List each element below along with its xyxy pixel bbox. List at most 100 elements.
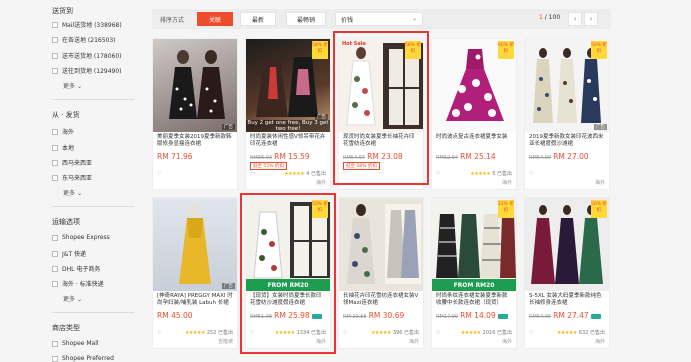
sold-count: 632 已售出 (578, 330, 605, 336)
location: 海外 (501, 339, 512, 345)
sold-count: 2016 已售出 (482, 330, 512, 336)
chevron-down-icon: ⌄ (76, 296, 82, 303)
original-price: RM54.00 (529, 155, 552, 161)
filter-sidebar: 送货到 Mail送货地 (338968) 在各送地 (216503) 送市送货地… (0, 0, 140, 362)
divider (52, 312, 134, 313)
promo-banner: Buy 2 get one free, Buy 3 get two free! (246, 120, 330, 132)
show-more-link[interactable]: 更多 ⌄ (63, 81, 82, 90)
prev-page-button[interactable]: ‹ (568, 12, 582, 26)
checkbox[interactable] (52, 52, 58, 59)
product-image: 22% 折扣 FROM RM20 (432, 198, 516, 291)
checkbox[interactable] (52, 21, 58, 28)
discount-badge: 22% 折扣 (498, 200, 514, 218)
rating-stars: ★★★★★ (460, 329, 481, 336)
sort-latest-button[interactable]: 最新 (240, 12, 276, 26)
checkbox[interactable] (52, 355, 58, 362)
filter-option[interactable]: 送市送货地 (178060) (52, 51, 122, 60)
sort-relevance-button[interactable]: 关联 (197, 12, 233, 26)
product-title: S-5XL 女装大码夏季新款纯色长袖修身连衣裙 (529, 293, 602, 306)
checkbox[interactable] (52, 234, 58, 241)
checkbox[interactable] (52, 340, 58, 347)
filter-option[interactable]: 本地 (52, 143, 74, 152)
product-card[interactable]: 22% 折扣 FROM RM20 时尚条纹连衣裙女装夏季新款收腰中长款连衣裙（现… (431, 197, 517, 349)
product-price: RM 30.69 (368, 311, 405, 320)
checkbox[interactable] (52, 144, 58, 151)
checkbox[interactable] (52, 67, 58, 74)
heart-icon[interactable]: ♡ (157, 330, 161, 336)
product-image: 广告 (153, 39, 237, 132)
promo-band: FROM RM20 (432, 279, 516, 291)
divider (52, 99, 134, 100)
discount-label: 低至 55% 折扣 (250, 162, 287, 170)
location: 海外 (501, 180, 512, 186)
product-card[interactable]: 广告 [神奇RAYA] PREGGY MAXI 时尚孕妇装/哺乳装 Labuh … (152, 197, 238, 349)
free-shipping-icon (497, 314, 508, 319)
location: 吉隆坡 (217, 339, 233, 345)
show-more-link[interactable]: 更多 ⌄ (63, 188, 82, 197)
filter-option[interactable]: 送往到货地 (129490) (52, 66, 122, 75)
product-title: 时尚条纹连衣裙女装夏季新款收腰中长款连衣裙（现货） (436, 293, 508, 306)
filter-heading-ship-from: 从 · 发货 (52, 111, 80, 119)
checkbox[interactable] (52, 128, 58, 135)
location: 海外 (315, 180, 326, 186)
filter-option[interactable]: 西马来西亚 (52, 158, 92, 167)
original-price: RM54.95 (529, 314, 552, 320)
discount-badge: 50% 折扣 (591, 41, 607, 59)
product-image: 广告 (153, 198, 237, 291)
checkbox[interactable] (52, 265, 58, 272)
checkbox[interactable] (52, 280, 58, 287)
product-price: RM 27.47 (553, 311, 589, 320)
product-card[interactable]: 长袖花卉印花雪纺连衣裙女装V领Maxi连衣裙 RM 29.56 RM 30.69 … (338, 197, 424, 349)
product-image: 50% 折扣 广告 (525, 39, 609, 132)
rating-stars: ★★★★★ (284, 170, 305, 177)
filter-option[interactable]: 海外 · 标准快递 (52, 279, 104, 288)
heart-icon[interactable]: ♡ (529, 171, 533, 177)
filter-option[interactable]: DHL 电子商务 (52, 264, 100, 273)
discount-badge: 58% 折扣 (312, 41, 328, 59)
filter-option[interactable]: Shopee Mall (52, 340, 99, 347)
price-sort-select[interactable]: 价钱 ⌄ (335, 12, 423, 26)
heart-icon[interactable]: ♡ (343, 330, 347, 336)
product-card[interactable]: 广告 美丽夏季女装2019夏季新款韩版修身显瘦连衣裙 RM 71.96 ♡ (152, 38, 238, 190)
filter-heading-shop-type: 商店类型 (52, 324, 80, 332)
show-more-link[interactable]: 更多 ⌄ (63, 294, 82, 303)
checkbox[interactable] (52, 174, 58, 181)
product-card[interactable]: 50% 折扣 广告 2019夏季新款女装印花波西米亚长裙度假沙滩裙 RM54.0… (524, 38, 610, 190)
product-card[interactable]: 50% 折扣 S-5XL 女装大码夏季新款纯色长袖修身连衣裙 RM54.95 RM… (524, 197, 610, 349)
sold-count: 4 已售出 (306, 171, 326, 177)
checkbox[interactable] (52, 159, 58, 166)
checkbox[interactable] (52, 36, 58, 43)
sort-top-sales-button[interactable]: 最畅销 (286, 12, 326, 26)
product-card[interactable]: Buy 2 get one free, Buy 3 get two free! … (245, 38, 331, 190)
page-indicator: 1 / 100 (539, 14, 561, 21)
heart-icon[interactable]: ♡ (529, 330, 533, 336)
sort-label: 排序方式 (160, 16, 185, 24)
heart-icon[interactable]: ♡ (250, 171, 254, 177)
divider (52, 206, 134, 207)
product-title: 美丽夏季女装2019夏季新款韩版修身显瘦连衣裙 (157, 134, 232, 147)
filter-option[interactable]: 海外 (52, 127, 74, 136)
filter-option[interactable]: Shopee Preferred (52, 355, 114, 362)
filter-option[interactable]: 东马来西亚 (52, 173, 92, 182)
filter-option[interactable]: 在各送地 (216503) (52, 35, 116, 44)
filter-option[interactable]: J&T 快递 (52, 249, 86, 258)
ad-tag: 广告 (222, 124, 235, 130)
discount-badge: 60% 折扣 (498, 41, 514, 59)
ad-tag: 广告 (315, 114, 328, 120)
location: 海外 (408, 339, 419, 345)
heart-icon[interactable]: ♡ (436, 171, 440, 177)
product-card[interactable]: 60% 折扣 时尚波点复古连衣裙夏季女装 RM62.94 RM 25.14 ♡ ★★… (431, 38, 517, 190)
filter-option[interactable]: Mail送货地 (338968) (52, 20, 122, 29)
next-page-button[interactable]: › (584, 12, 598, 26)
ad-tag: 广告 (222, 283, 235, 289)
dress-illustration (179, 204, 211, 284)
free-shipping-icon (590, 314, 601, 319)
location: 海外 (594, 180, 605, 186)
highlight-box (240, 193, 336, 354)
filter-option[interactable]: Shopee Express (52, 234, 110, 241)
heart-icon[interactable]: ♡ (436, 330, 440, 336)
checkbox[interactable] (52, 250, 58, 257)
chevron-down-icon: ⌄ (411, 15, 417, 22)
rating-stars: ★★★★★ (184, 329, 205, 336)
heart-icon[interactable]: ♡ (157, 171, 161, 177)
